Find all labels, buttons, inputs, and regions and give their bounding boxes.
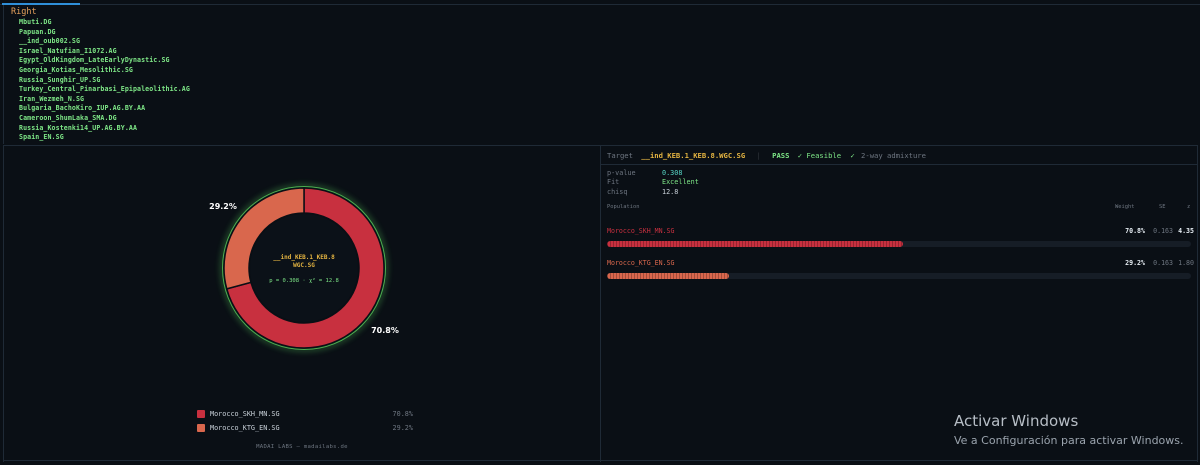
stat-value: Excellent bbox=[662, 178, 699, 187]
feasible-badge: ✓ Feasible bbox=[797, 151, 842, 160]
list-item: Israel_Natufian_I1072.AG bbox=[19, 46, 117, 55]
target-header: Target __ind_KEB.1_KEB.8.WGC.SG | PASS ✓… bbox=[607, 151, 926, 160]
list-item: Cameroon_ShumLaka_SMA.DG bbox=[19, 113, 117, 122]
slice-label: 29.2% bbox=[209, 202, 237, 211]
windows-activation-watermark: Activar Windows Ve a Configuración para … bbox=[954, 412, 1184, 447]
stat-value: 0.308 bbox=[662, 169, 683, 177]
legend-item: Morocco_KTG_EN.SG 29.2% bbox=[197, 424, 413, 432]
stat-row: Fit Excellent bbox=[607, 178, 699, 187]
weight-bar-track bbox=[607, 241, 1191, 247]
target-label: Target bbox=[607, 151, 633, 160]
right-populations-panel: Right Mbuti.DG Papuan.DG __ind_oub002.SG… bbox=[3, 5, 1198, 144]
list-item: Georgia_Kotias_Mesolithic.SG bbox=[19, 65, 133, 74]
column-header-weight: Weight bbox=[1115, 204, 1135, 210]
admixture-label: 2-way admixture bbox=[861, 151, 926, 160]
list-item: Russia_Kostenki14_UP.AG.BY.AA bbox=[19, 123, 138, 132]
list-item: Bulgaria_BachoKiro_IUP.AG.BY.AA bbox=[19, 104, 146, 113]
list-item: Egypt_OldKingdom_LateEarlyDynastic.SG bbox=[19, 56, 170, 65]
target-name: __ind_KEB.1_KEB.8.WGC.SG bbox=[641, 151, 746, 160]
watermark-subtitle: Ve a Configuración para activar Windows. bbox=[954, 434, 1184, 447]
bottom-rule bbox=[3, 460, 1197, 461]
check-icon: ✓ bbox=[850, 151, 855, 160]
separator: | bbox=[756, 151, 761, 160]
list-item: __ind_oub002.SG bbox=[19, 37, 81, 46]
stat-key: p-value bbox=[607, 169, 636, 177]
legend-percent: 29.2% bbox=[392, 424, 413, 432]
watermark-title: Activar Windows bbox=[954, 412, 1079, 430]
slice-label: 70.8% bbox=[371, 326, 399, 335]
legend-item: Morocco_SKH_MN.SG 70.8% bbox=[197, 410, 413, 418]
row-se: 0.163 bbox=[1153, 227, 1173, 235]
stat-key: chisq bbox=[607, 187, 628, 196]
donut-center-title: __ind_KEB.1_KEB.8 bbox=[273, 254, 335, 261]
legend-label: Morocco_KTG_EN.SG bbox=[210, 424, 280, 432]
list-item: Turkey_Central_Pinarbasi_Epipaleolithic.… bbox=[19, 85, 190, 94]
donut-chart-pane: 70.8% 29.2% __ind_KEB.1_KEB.8 WGC.SG p = 0.3… bbox=[3, 145, 601, 462]
list-item: Papuan.DG bbox=[19, 27, 56, 36]
legend-label: Morocco_SKH_MN.SG bbox=[210, 410, 280, 418]
row-z: 1.80 bbox=[1178, 259, 1194, 267]
weight-bar-fill bbox=[607, 273, 729, 279]
list-item: Iran_Wezmeh_N.SG bbox=[19, 94, 85, 103]
pass-badge: PASS bbox=[772, 151, 790, 160]
right-population-list: Mbuti.DG Papuan.DG __ind_oub002.SG Israe… bbox=[19, 18, 190, 143]
legend-swatch bbox=[197, 424, 205, 432]
list-item: Spain_EN.SG bbox=[19, 133, 64, 142]
stat-key: Fit bbox=[607, 178, 620, 187]
legend-swatch bbox=[197, 410, 205, 418]
column-header-z: z bbox=[1187, 204, 1191, 210]
header-divider bbox=[600, 164, 1197, 165]
row-weight: 70.8% bbox=[1125, 227, 1145, 235]
footer-credit: MADAI LABS — madailabs.de bbox=[256, 444, 348, 450]
column-header-population: Population bbox=[607, 204, 640, 210]
stat-row: chisq 12.8 bbox=[607, 188, 699, 197]
row-weight: 29.2% bbox=[1125, 259, 1145, 267]
stat-value: 12.8 bbox=[662, 187, 679, 196]
column-header-se: SE bbox=[1159, 204, 1166, 210]
row-population: Morocco_SKH_MN.SG bbox=[607, 227, 675, 235]
weight-bar-fill bbox=[607, 241, 903, 247]
fit-stats: p-value 0.308 Fit Excellent chisq 12.8 bbox=[607, 169, 699, 197]
donut-center-stats: p = 0.308 · χ² = 12.8 bbox=[269, 277, 339, 284]
stat-row: p-value 0.308 bbox=[607, 169, 699, 178]
weight-bar-track bbox=[607, 273, 1191, 279]
list-item: Mbuti.DG bbox=[19, 18, 52, 26]
donut-center-title: WGC.SG bbox=[293, 262, 315, 269]
row-z: 4.35 bbox=[1178, 227, 1194, 235]
row-population: Morocco_KTG_EN.SG bbox=[607, 259, 675, 267]
right-label: Right bbox=[11, 7, 37, 17]
legend-percent: 70.8% bbox=[392, 410, 413, 418]
row-se: 0.163 bbox=[1153, 259, 1173, 267]
list-item: Russia_Sunghir_UP.SG bbox=[19, 75, 101, 84]
